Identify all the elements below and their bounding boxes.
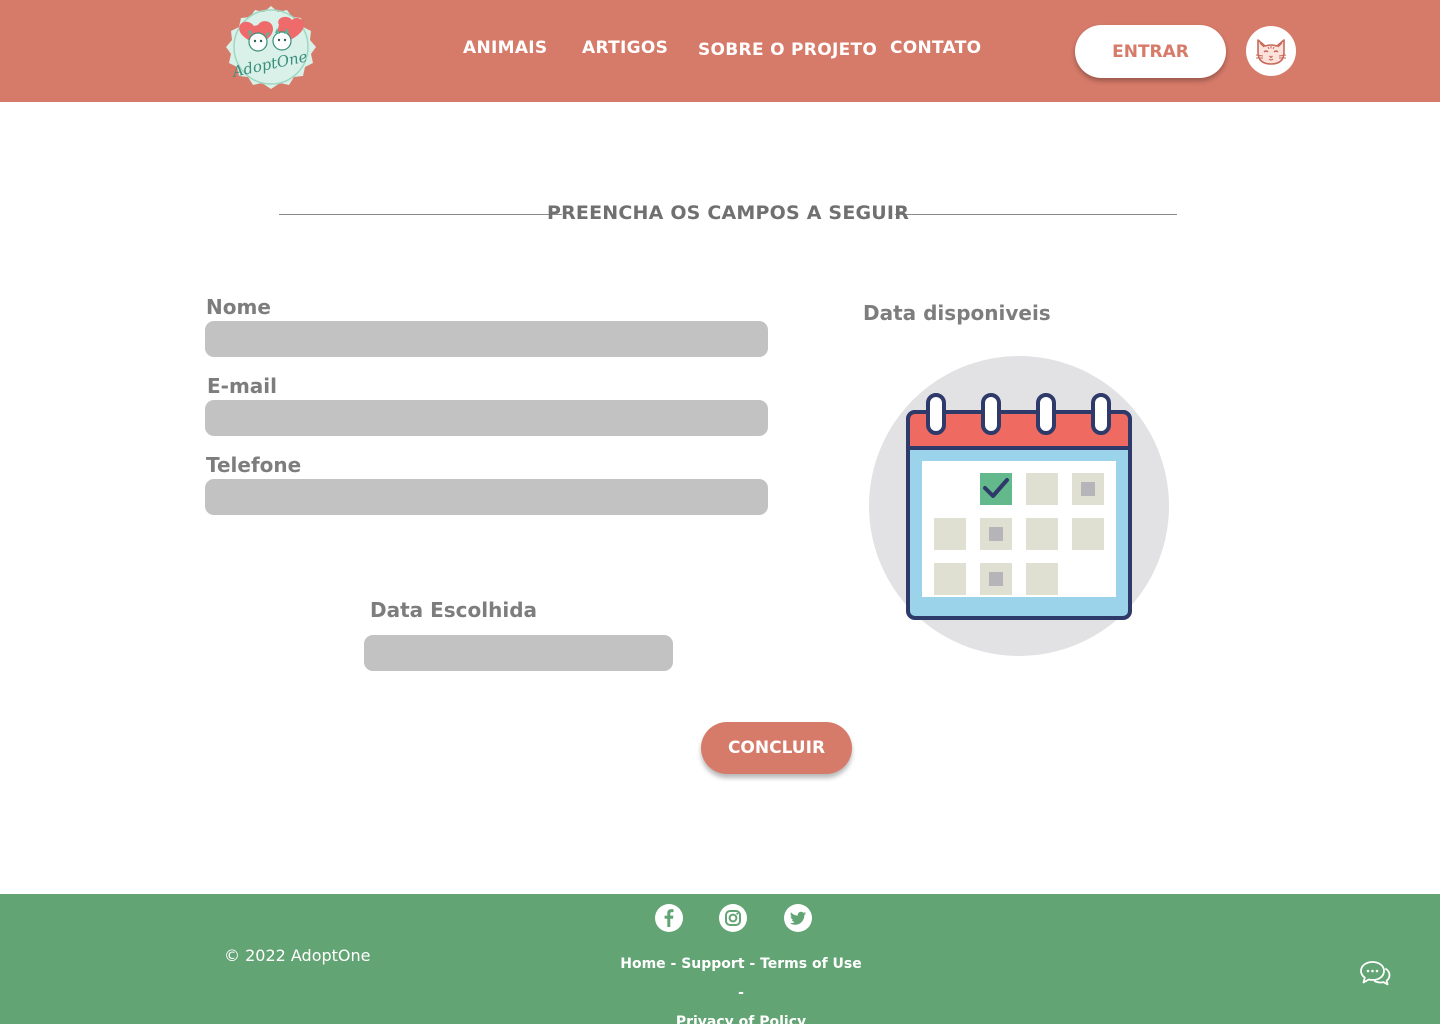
available-dates-label: Data disponiveis <box>863 301 1051 325</box>
chosen-date-label: Data Escolhida <box>370 598 538 622</box>
name-input[interactable] <box>205 321 768 357</box>
footer-separator: - <box>744 956 761 972</box>
user-avatar-button[interactable] <box>1246 26 1296 76</box>
calendar-icon <box>869 356 1169 656</box>
footer: © 2022 AdoptOne Home - Support - Terms o… <box>0 894 1440 1024</box>
footer-link-terms[interactable]: Terms of Use <box>760 956 862 972</box>
footer-link-home[interactable]: Home <box>620 956 665 972</box>
nav-contato[interactable]: CONTATO <box>890 38 981 58</box>
submit-button[interactable]: CONCLUIR <box>701 722 852 774</box>
instagram-icon <box>725 910 741 926</box>
chat-button[interactable] <box>1358 958 1392 988</box>
available-dates-calendar[interactable] <box>869 356 1169 656</box>
twitter-link[interactable] <box>784 904 812 932</box>
nav-animais[interactable]: ANIMAIS <box>463 38 547 58</box>
facebook-link[interactable] <box>655 904 683 932</box>
header: AdoptOne ANIMAIS ARTIGOS SOBRE O PROJETO… <box>0 0 1440 102</box>
cat-icon <box>1255 39 1287 65</box>
nav-artigos[interactable]: ARTIGOS <box>582 38 668 58</box>
facebook-icon <box>664 909 674 927</box>
logo-icon: AdoptOne <box>226 6 316 89</box>
twitter-icon <box>789 911 806 925</box>
instagram-link[interactable] <box>719 904 747 932</box>
email-input[interactable] <box>205 400 768 436</box>
section-heading: PREENCHA OS CAMPOS A SEGUIR <box>279 200 1177 230</box>
chosen-date-input[interactable] <box>364 635 673 671</box>
phone-input[interactable] <box>205 479 768 515</box>
footer-separator: - <box>665 956 682 972</box>
footer-links: Home - Support - Terms of Use - Privacy … <box>620 950 862 1024</box>
footer-link-support[interactable]: Support <box>681 956 744 972</box>
phone-label: Telefone <box>206 453 302 477</box>
chat-icon <box>1360 961 1391 986</box>
form-heading: PREENCHA OS CAMPOS A SEGUIR <box>546 202 910 224</box>
footer-link-privacy[interactable]: Privacy of Policy <box>676 1014 806 1024</box>
login-button[interactable]: ENTRAR <box>1075 25 1226 78</box>
page: AdoptOne ANIMAIS ARTIGOS SOBRE O PROJETO… <box>0 0 1440 1024</box>
footer-separator: - <box>738 985 744 1001</box>
email-label: E-mail <box>207 374 278 398</box>
name-label: Nome <box>206 295 271 319</box>
logo[interactable]: AdoptOne <box>224 4 318 94</box>
copyright-text: © 2022 AdoptOne <box>224 946 371 965</box>
nav-sobre-o-projeto[interactable]: SOBRE O PROJETO <box>698 40 877 60</box>
